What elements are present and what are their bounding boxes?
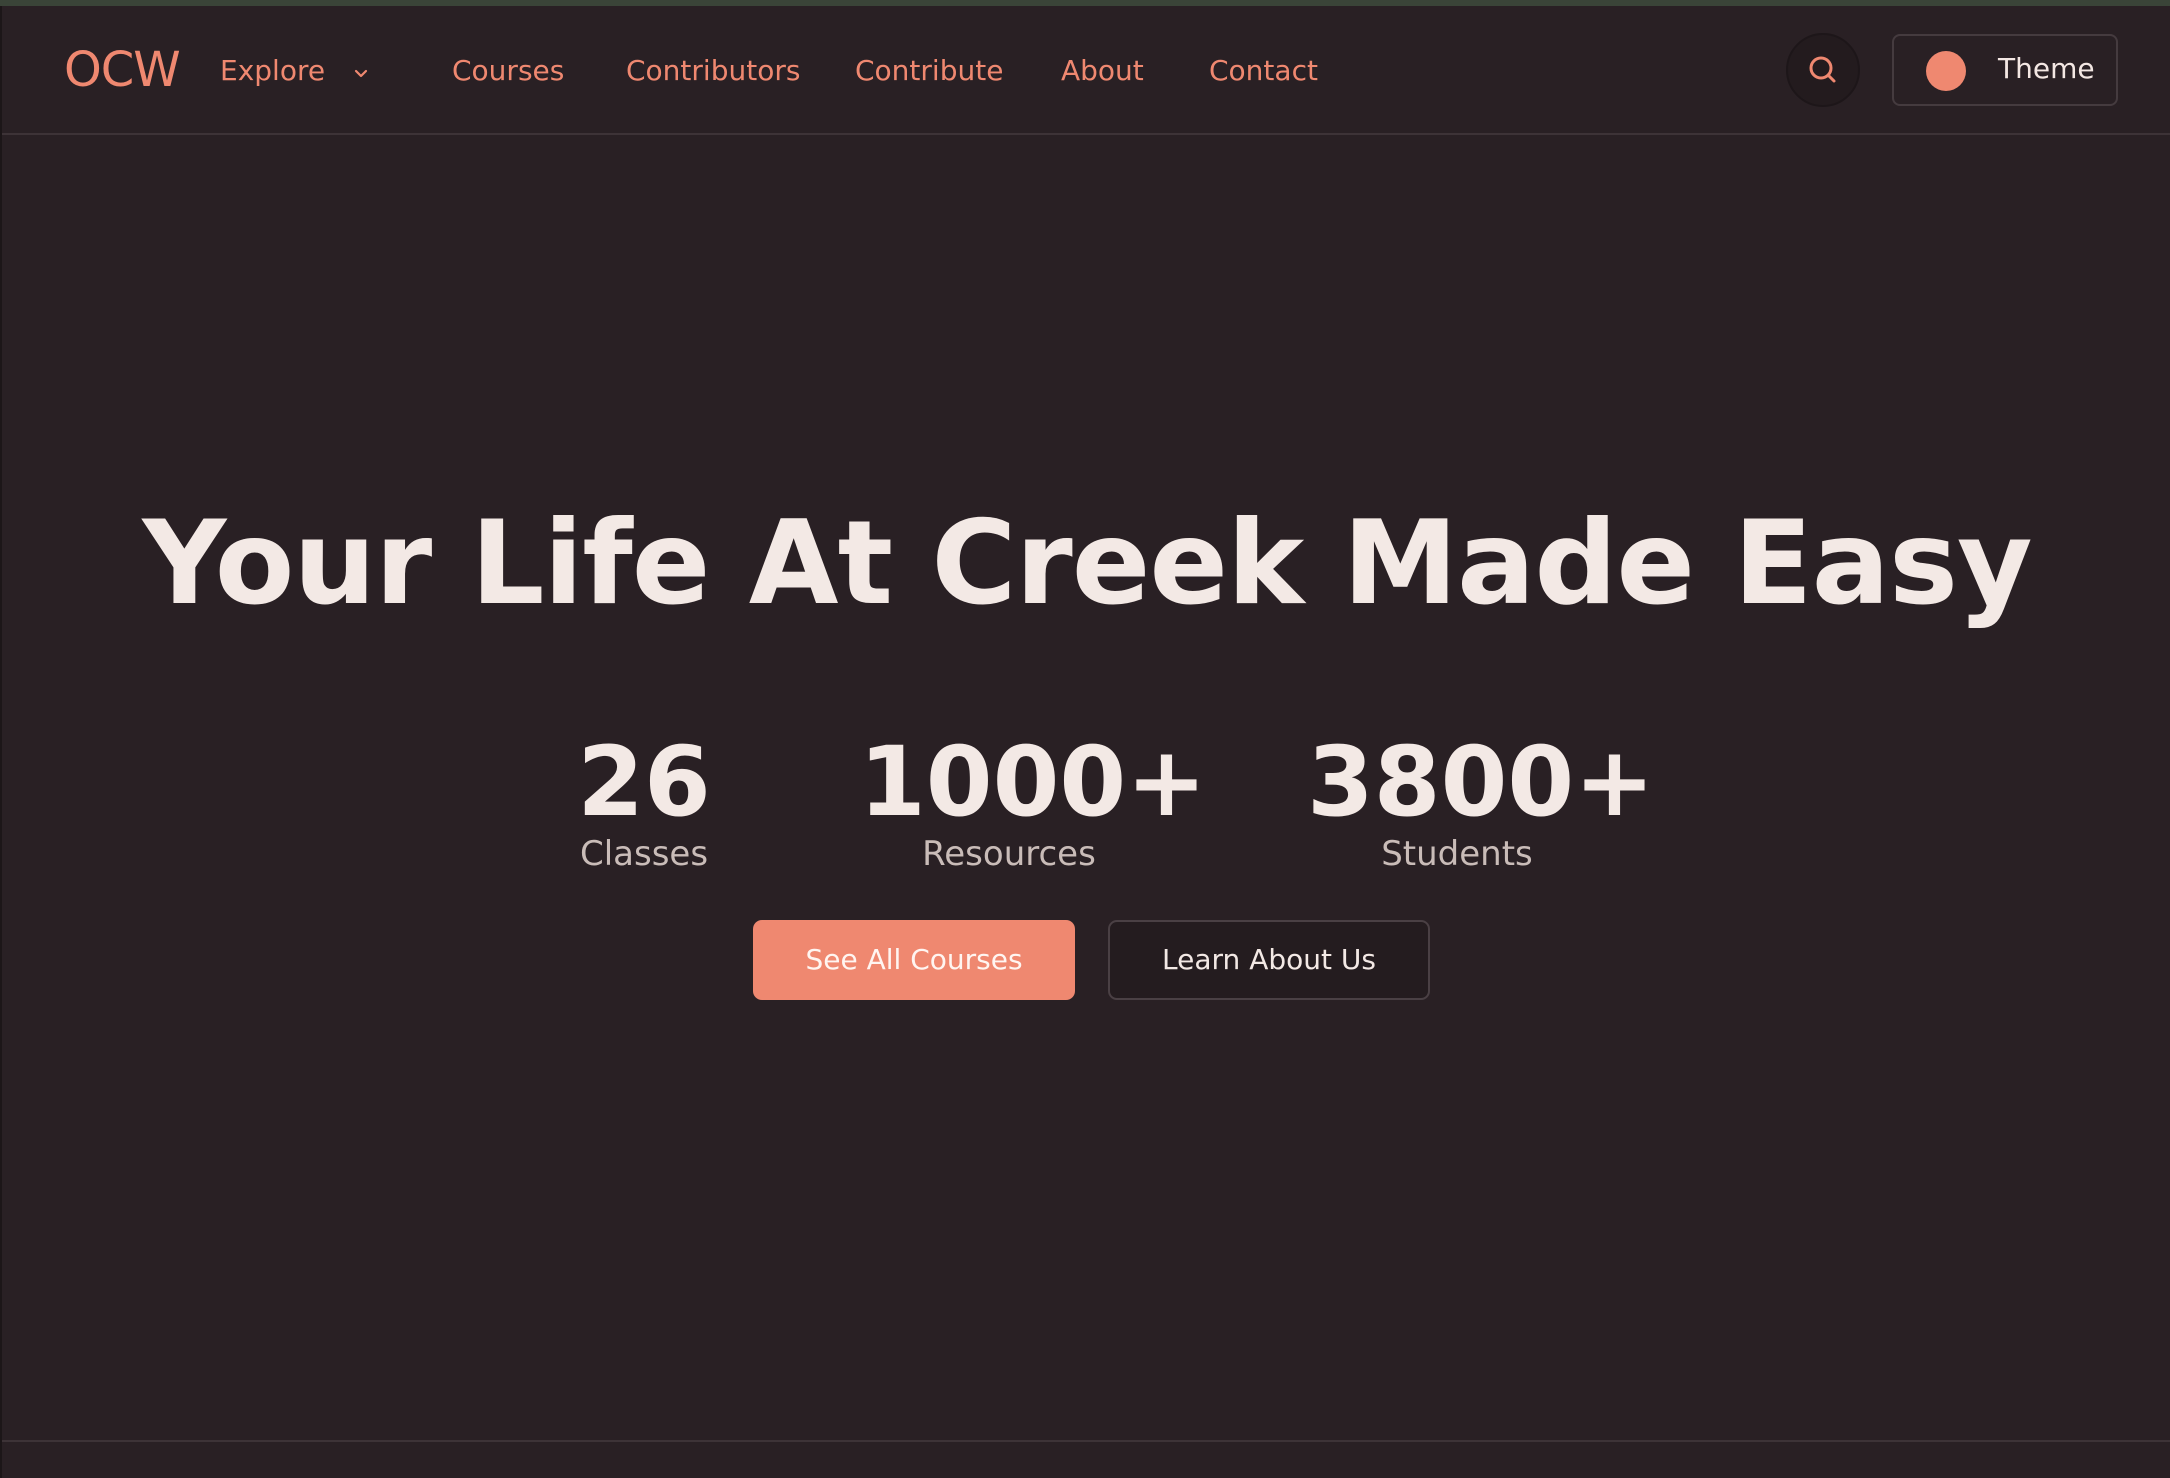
nav-about[interactable]: About (1061, 54, 1144, 87)
theme-toggle-button[interactable]: Theme (1892, 34, 2118, 106)
nav-courses[interactable]: Courses (452, 54, 564, 87)
stat-value: 26 (577, 726, 711, 838)
stat-classes: 26 Classes (563, 726, 725, 874)
nav-contributors[interactable]: Contributors (626, 54, 800, 87)
nav-contact[interactable]: Contact (1209, 54, 1318, 87)
learn-about-us-button[interactable]: Learn About Us (1108, 920, 1430, 1000)
theme-color-dot-icon (1926, 51, 1966, 91)
stat-resources: 1000+ Resources (859, 726, 1207, 874)
logo[interactable]: OCW (64, 42, 181, 98)
theme-label: Theme (1998, 52, 2095, 85)
nav-contribute[interactable]: Contribute (855, 54, 1003, 87)
nav-explore[interactable]: Explore (220, 54, 325, 87)
stat-label: Students (1381, 834, 1533, 874)
footer-divider (2, 1440, 2170, 1442)
stat-value: 1000+ (859, 726, 1207, 838)
page: OCW Explore Courses Contributors Contrib… (0, 6, 2170, 1478)
stat-students: 3800+ Students (1307, 726, 1655, 874)
hero-title: Your Life At Creek Made Easy (142, 496, 2032, 631)
chevron-down-icon[interactable] (350, 66, 372, 82)
stat-value: 3800+ (1307, 726, 1655, 838)
stat-label: Resources (922, 834, 1096, 874)
search-icon (1809, 56, 1836, 83)
stat-label: Classes (579, 834, 709, 874)
navbar: OCW Explore Courses Contributors Contrib… (2, 6, 2170, 135)
see-all-courses-button[interactable]: See All Courses (753, 920, 1075, 1000)
search-button[interactable] (1786, 33, 1860, 107)
